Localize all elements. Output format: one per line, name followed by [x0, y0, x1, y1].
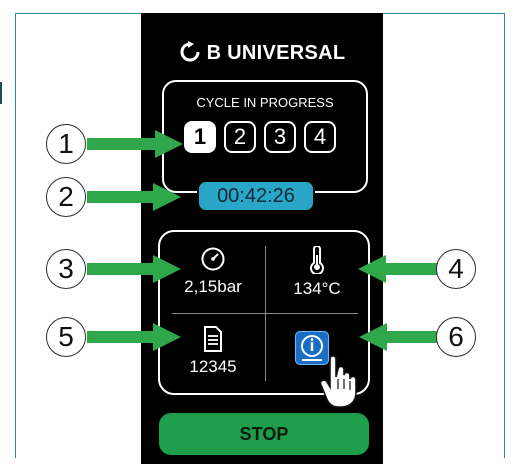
callout-4: 4: [436, 249, 476, 289]
callout-1: 1: [46, 124, 86, 164]
callout-2: 2: [46, 177, 86, 217]
callout-5: 5: [46, 317, 86, 357]
callout-3: 3: [46, 249, 86, 289]
arrow-4: [358, 255, 438, 283]
pointer-arrows: [87, 130, 438, 351]
arrow-2: [87, 183, 181, 211]
arrow-1: [87, 130, 183, 158]
arrow-3: [87, 255, 181, 283]
arrow-6: [359, 323, 438, 351]
callout-6: 6: [436, 317, 476, 357]
arrow-5: [87, 323, 181, 351]
